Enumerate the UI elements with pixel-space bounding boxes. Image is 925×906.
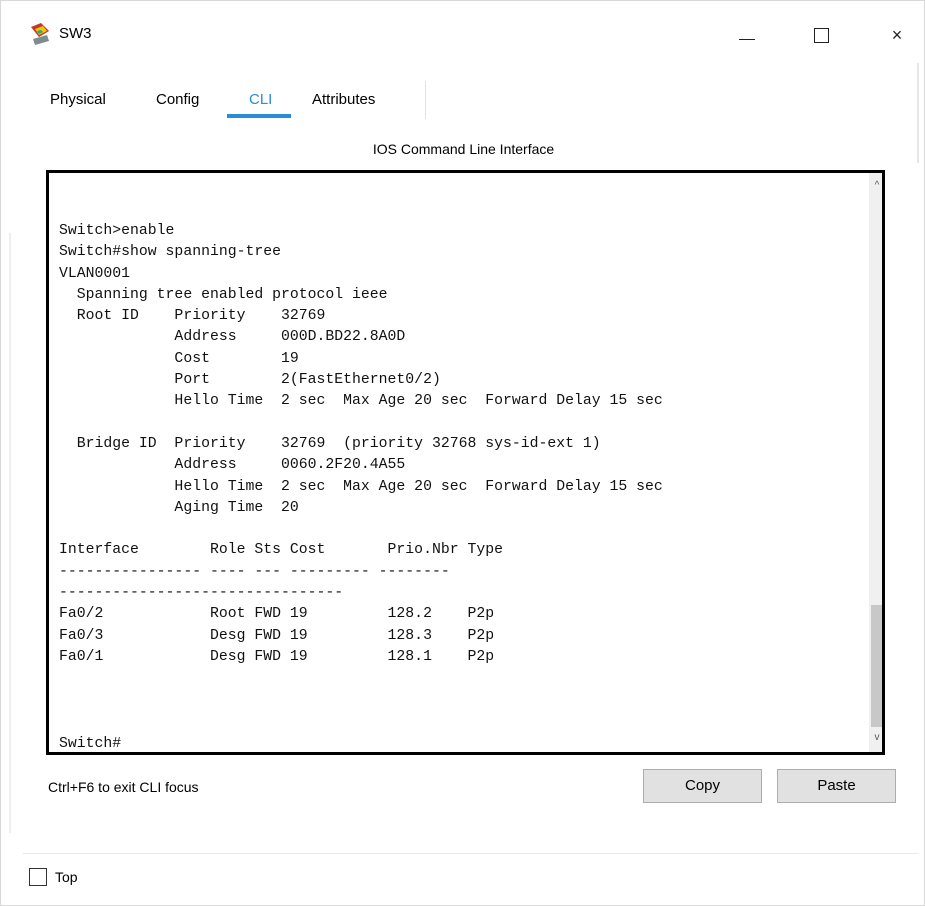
top-checkbox[interactable] [29, 868, 47, 886]
terminal-output: Switch>enable Switch#show spanning-tree … [59, 223, 663, 665]
scroll-up-icon[interactable]: ^ [869, 177, 882, 195]
minimize-button[interactable] [727, 19, 767, 51]
tab-divider [425, 81, 426, 119]
window-title: SW3 [59, 25, 92, 42]
minimize-icon [739, 39, 755, 40]
cli-terminal[interactable]: Switch>enable Switch#show spanning-tree … [46, 170, 885, 755]
switch-app-icon [31, 23, 49, 45]
close-icon: × [891, 25, 903, 45]
close-button[interactable]: × [877, 19, 917, 51]
top-checkbox-label: Top [55, 869, 78, 885]
cli-window: SW3 × Physical Config CLI Attributes IOS… [0, 0, 925, 906]
maximize-button[interactable] [802, 19, 842, 51]
copy-button[interactable]: Copy [643, 769, 762, 803]
maximize-icon [814, 28, 829, 43]
terminal-scrollbar[interactable]: ^ v [869, 173, 882, 752]
scroll-down-icon[interactable]: v [869, 729, 882, 747]
footer-divider [23, 853, 918, 854]
title-bar: SW3 × [1, 1, 924, 61]
active-tab-indicator [227, 114, 291, 118]
tab-cli[interactable]: CLI [249, 91, 272, 108]
section-heading: IOS Command Line Interface [372, 141, 555, 157]
tab-attributes[interactable]: Attributes [312, 91, 375, 108]
tab-physical[interactable]: Physical [50, 91, 106, 108]
tab-config[interactable]: Config [156, 91, 199, 108]
scroll-thumb[interactable] [871, 605, 882, 727]
frame-edge-left [9, 233, 11, 833]
cli-focus-hint: Ctrl+F6 to exit CLI focus [48, 779, 199, 795]
paste-button[interactable]: Paste [777, 769, 896, 803]
terminal-prompt[interactable]: Switch# [59, 736, 121, 752]
